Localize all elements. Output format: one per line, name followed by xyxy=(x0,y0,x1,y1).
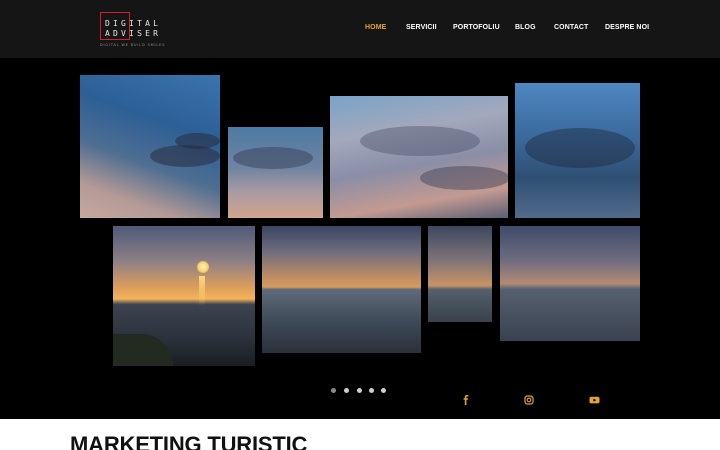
slider-dot-2[interactable] xyxy=(344,388,349,393)
slide-image-sunset-2 xyxy=(262,226,421,353)
nav-despre-noi[interactable]: DESPRE NOI xyxy=(605,24,649,31)
slide-image-sky-1 xyxy=(80,75,220,218)
slide-image-sunset-1 xyxy=(113,226,255,366)
site-header: DIGITAL ADVISER DIGITAL WE BUILD SMILES … xyxy=(0,0,720,58)
nav-contact[interactable]: CONTACT xyxy=(554,24,588,31)
nav-home[interactable]: HOME xyxy=(365,24,386,31)
instagram-icon[interactable] xyxy=(524,395,536,407)
section-title: MARKETING TURISTIC xyxy=(70,432,308,450)
slide-image-sky-4 xyxy=(515,83,640,218)
slider-dot-4[interactable] xyxy=(369,388,374,393)
logo-tagline: DIGITAL WE BUILD SMILES xyxy=(100,43,166,47)
slider-dot-1[interactable] xyxy=(331,388,336,393)
slide-image-sky-2 xyxy=(228,127,323,218)
facebook-icon[interactable] xyxy=(461,395,473,407)
slide-image-sky-3 xyxy=(330,96,508,218)
nav-servicii[interactable]: SERVICII xyxy=(406,24,437,31)
youtube-icon[interactable] xyxy=(589,395,601,407)
slider-dot-3[interactable] xyxy=(357,388,362,393)
main-nav: HOME SERVICII PORTOFOLIU BLOG CONTACT DE… xyxy=(0,24,720,36)
hero-slider[interactable] xyxy=(0,58,720,419)
nav-portofoliu[interactable]: PORTOFOLIU xyxy=(453,24,500,31)
slide-image-sunset-3 xyxy=(428,226,492,322)
slider-dot-5[interactable] xyxy=(381,388,386,393)
slide-image-sunset-4 xyxy=(500,226,640,341)
nav-blog[interactable]: BLOG xyxy=(515,24,536,31)
